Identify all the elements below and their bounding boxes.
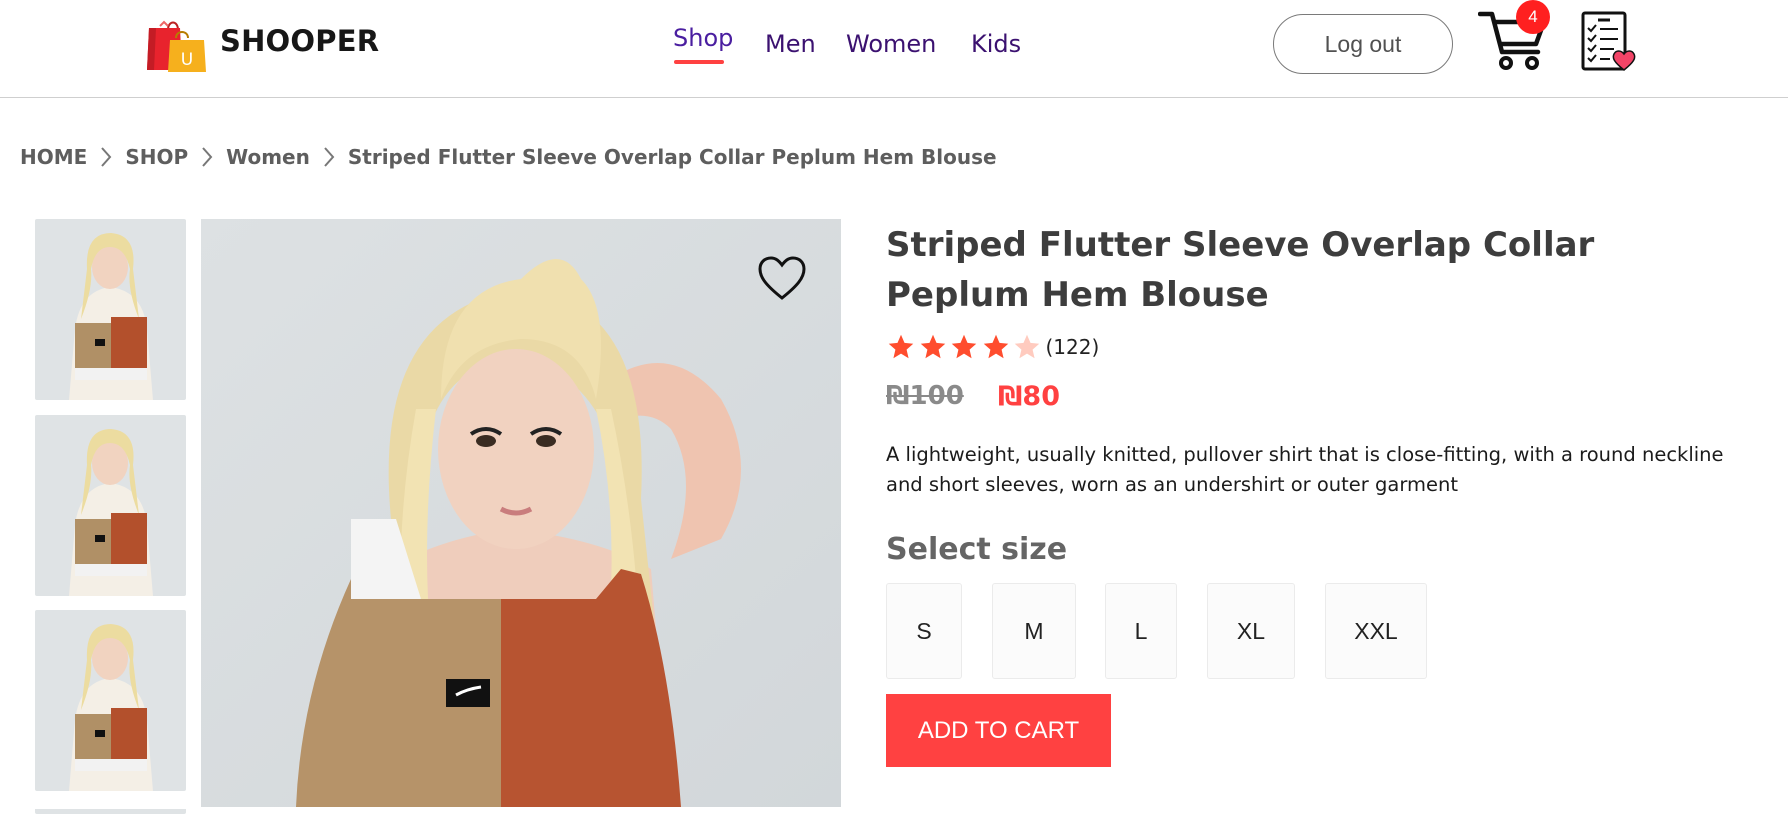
chevron-right-icon xyxy=(188,145,226,169)
shopping-bags-icon[interactable]: U xyxy=(146,16,206,72)
size-option-l[interactable]: L xyxy=(1105,583,1177,679)
breadcrumb-shop[interactable]: SHOP xyxy=(125,145,188,169)
nav-item-label: Women xyxy=(846,30,937,58)
star-rating: (122) xyxy=(886,333,1099,361)
chevron-right-icon xyxy=(310,145,348,169)
new-price: ₪80 xyxy=(998,381,1060,412)
logo-letter: U xyxy=(181,50,193,70)
active-nav-underline xyxy=(674,60,724,64)
wishlist-checklist-heart-icon[interactable] xyxy=(1580,10,1636,72)
size-option-xl[interactable]: XL xyxy=(1207,583,1295,679)
star-empty-icon xyxy=(1014,334,1040,359)
old-price: ₪100 xyxy=(886,381,964,411)
product-thumbnail[interactable] xyxy=(35,415,186,596)
nav-item-kids[interactable]: Kids xyxy=(971,30,1021,58)
chevron-right-icon xyxy=(87,145,125,169)
product-title: Striped Flutter Sleeve Overlap Collar Pe… xyxy=(886,225,1595,315)
brand-name[interactable]: SHOOPER xyxy=(220,24,379,58)
breadcrumb-home[interactable]: HOME xyxy=(20,145,87,169)
nav-item-label: Shop xyxy=(673,24,734,52)
size-option-s[interactable]: S xyxy=(886,583,962,679)
review-count: (122) xyxy=(1045,335,1100,359)
nav-item-women[interactable]: Women xyxy=(846,30,936,58)
product-thumbnail[interactable] xyxy=(35,610,186,791)
product-thumbnail[interactable] xyxy=(35,219,186,400)
breadcrumb-women[interactable]: Women xyxy=(226,145,310,169)
nav-item-label: Kids xyxy=(971,30,1022,58)
nav-item-shop[interactable]: Shop xyxy=(673,24,734,64)
cart-count-badge: 4 xyxy=(1516,0,1550,34)
star-filled-icon xyxy=(951,334,977,359)
breadcrumb-current-product: Striped Flutter Sleeve Overlap Collar Pe… xyxy=(347,145,997,169)
top-navbar: U SHOOPER Shop Men Women Kids Log out 4 xyxy=(0,0,1788,98)
size-option-xxl[interactable]: XXL xyxy=(1325,583,1427,679)
size-option-m[interactable]: M xyxy=(992,583,1076,679)
star-filled-icon xyxy=(888,334,914,359)
breadcrumb: HOME SHOP Women Striped Flutter Sleeve O… xyxy=(20,145,997,169)
logout-button[interactable]: Log out xyxy=(1273,14,1453,74)
add-to-cart-button[interactable]: ADD TO CART xyxy=(886,694,1111,767)
product-thumbnail[interactable] xyxy=(35,804,186,814)
size-heading: Select size xyxy=(886,532,1068,567)
star-filled-icon xyxy=(983,334,1008,359)
heart-outline-icon[interactable] xyxy=(757,256,807,302)
main-product-image xyxy=(201,219,841,807)
nav-item-men[interactable]: Men xyxy=(765,30,816,58)
product-description: A lightweight, usually knitted, pullover… xyxy=(886,443,1724,496)
star-filled-icon xyxy=(920,334,945,359)
nav-item-label: Men xyxy=(765,30,816,58)
